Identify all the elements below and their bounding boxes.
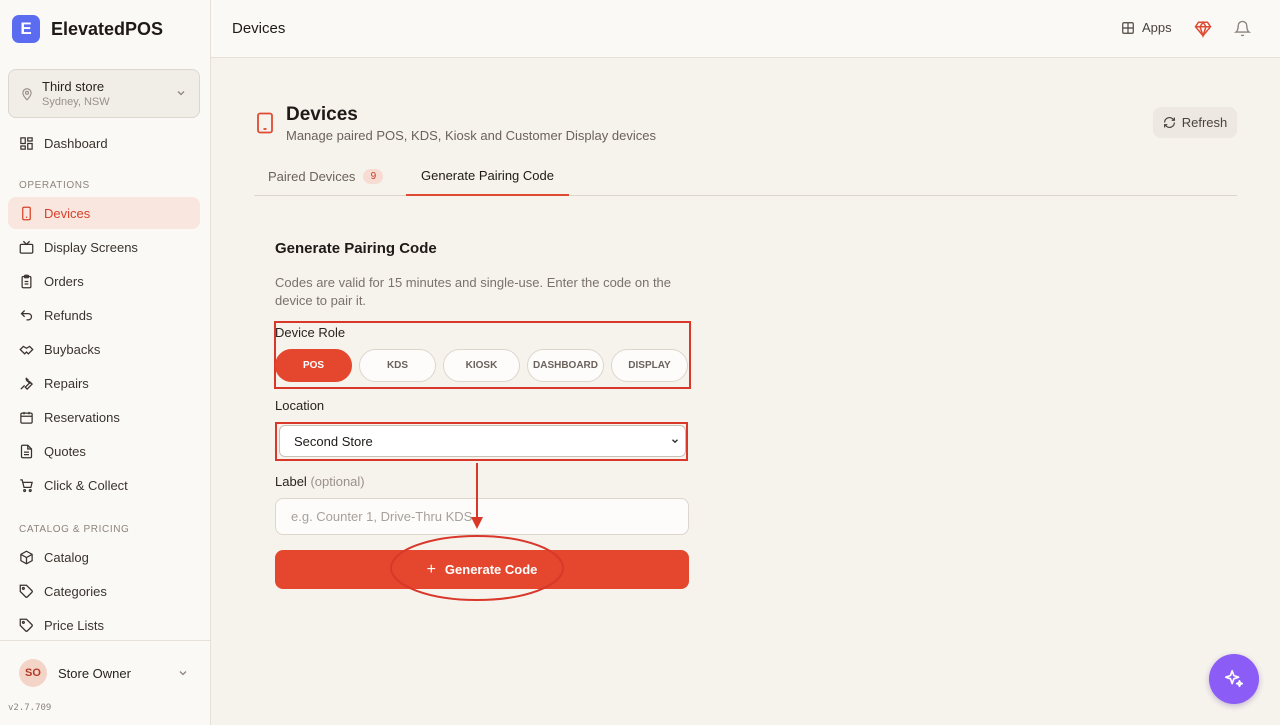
tv-icon	[19, 240, 34, 254]
tablet-icon	[257, 112, 273, 134]
role-kds-button[interactable]: KDS	[359, 349, 436, 382]
brand-logo: E	[12, 15, 40, 43]
sidebar-item-display-screens[interactable]: Display Screens	[8, 231, 200, 263]
tab-generate-pairing-code[interactable]: Generate Pairing Code	[406, 156, 569, 196]
sidebar-item-label: Buybacks	[44, 341, 101, 357]
sidebar-item-quotes[interactable]: Quotes	[8, 435, 200, 467]
header-title: Devices	[232, 20, 286, 37]
sidebar-item-label: Reservations	[44, 409, 120, 425]
form-description: Codes are valid for 15 minutes and singl…	[275, 275, 672, 308]
sidebar-item-click-collect[interactable]: Click & Collect	[8, 469, 200, 501]
tag-icon	[19, 618, 33, 632]
user-menu[interactable]: SO Store Owner v2.7.709	[0, 640, 211, 725]
calendar-icon	[20, 411, 33, 424]
refresh-label: Refresh	[1181, 115, 1228, 130]
sidebar-item-label: Price Lists	[44, 617, 104, 633]
location-value: Second Store	[294, 433, 373, 449]
chevron-down-icon	[179, 671, 187, 676]
bell-icon[interactable]	[1234, 20, 1251, 37]
sidebar-item-orders[interactable]: Orders	[8, 265, 200, 297]
sidebar-item-reservations[interactable]: Reservations	[8, 401, 200, 433]
refresh-icon	[1163, 117, 1175, 128]
location-select[interactable]: Second Store	[279, 425, 686, 457]
sidebar-nav: Dashboard OPERATIONS Devices Display Scr…	[0, 127, 211, 643]
sidebar-item-refunds[interactable]: Refunds	[8, 299, 200, 331]
dashboard-icon	[20, 136, 33, 150]
tablet-icon	[22, 206, 31, 220]
cart-icon	[20, 478, 33, 492]
generate-code-label: Generate Code	[444, 562, 538, 577]
nav-section-operations: OPERATIONS	[19, 180, 90, 191]
generate-code-button[interactable]: + Generate Code	[275, 550, 689, 589]
chevron-down-icon	[672, 439, 678, 444]
sidebar-item-price-lists[interactable]: Price Lists	[8, 609, 200, 641]
clipboard-icon	[21, 274, 32, 288]
role-display-button[interactable]: DISPLAY	[611, 349, 688, 382]
app-version: v2.7.709	[8, 703, 52, 713]
sidebar-item-label: Devices	[44, 205, 91, 221]
sidebar-item-repairs[interactable]: Repairs	[8, 367, 200, 399]
tabs: Paired Devices 9 Generate Pairing Code	[254, 156, 1237, 196]
role-kiosk-button[interactable]: KIOSK	[443, 349, 520, 382]
top-header: Devices Apps	[211, 0, 1280, 58]
optional-hint: (optional)	[310, 474, 365, 489]
refresh-button[interactable]: Refresh	[1153, 107, 1237, 138]
brand[interactable]: E ElevatedPOS	[0, 0, 210, 58]
package-icon	[20, 550, 33, 564]
sidebar-item-label: Categories	[44, 583, 107, 599]
document-icon	[20, 444, 33, 458]
sidebar-item-label: Repairs	[44, 375, 89, 391]
tag-icon	[19, 584, 33, 598]
sidebar-item-label: Quotes	[44, 443, 86, 459]
store-location: Sydney, NSW	[42, 96, 110, 108]
sidebar-item-categories[interactable]: Categories	[8, 575, 200, 607]
handshake-icon	[19, 345, 34, 355]
sidebar-item-label: Orders	[44, 273, 84, 289]
chevron-down-icon	[177, 91, 185, 96]
undo-icon	[20, 309, 33, 320]
plus-icon: +	[426, 560, 436, 578]
sidebar-item-label: Dashboard	[44, 135, 108, 151]
sidebar-item-label: Catalog	[44, 549, 89, 565]
store-name: Third store	[42, 79, 105, 94]
store-switcher[interactable]: Third store Sydney, NSW	[8, 69, 200, 118]
sidebar-item-buybacks[interactable]: Buybacks	[8, 333, 200, 365]
location-label: Location	[275, 398, 325, 413]
label-input[interactable]	[275, 498, 689, 535]
form-title: Generate Pairing Code	[275, 240, 437, 257]
sparkles-icon	[1224, 669, 1244, 688]
page-title: Devices	[286, 104, 358, 125]
avatar: SO	[19, 659, 47, 687]
map-pin-icon	[22, 87, 32, 101]
apps-button[interactable]: Apps	[1121, 20, 1172, 35]
sidebar: E ElevatedPOS Third store Sydney, NSW Da…	[0, 0, 211, 725]
tab-label: Paired Devices	[268, 168, 356, 184]
device-role-label: Device Role	[275, 325, 346, 340]
role-pos-button[interactable]: POS	[275, 349, 352, 382]
grid-icon	[1122, 21, 1134, 34]
role-dashboard-button[interactable]: DASHBOARD	[527, 349, 604, 382]
apps-label: Apps	[1142, 20, 1172, 35]
label-field-label: Label (optional)	[275, 474, 365, 489]
sidebar-item-devices[interactable]: Devices	[8, 197, 200, 229]
sidebar-item-dashboard[interactable]: Dashboard	[8, 127, 200, 159]
tab-label: Generate Pairing Code	[421, 167, 554, 183]
count-badge: 9	[363, 168, 384, 184]
gem-icon[interactable]	[1194, 20, 1212, 38]
sidebar-item-catalog[interactable]: Catalog	[8, 541, 200, 573]
user-name: Store Owner	[58, 666, 131, 681]
page-subtitle: Manage paired POS, KDS, Kiosk and Custom…	[286, 128, 656, 143]
brand-name: ElevatedPOS	[51, 18, 164, 39]
sidebar-item-label: Click & Collect	[44, 477, 128, 493]
nav-section-catalog: CATALOG & PRICING	[19, 524, 130, 535]
ai-assistant-button[interactable]	[1209, 654, 1259, 704]
sidebar-item-label: Display Screens	[44, 239, 138, 255]
sidebar-item-label: Refunds	[44, 307, 93, 323]
tab-paired-devices[interactable]: Paired Devices 9	[268, 156, 384, 196]
label-text: Label	[275, 474, 307, 489]
wrench-icon	[20, 376, 33, 390]
